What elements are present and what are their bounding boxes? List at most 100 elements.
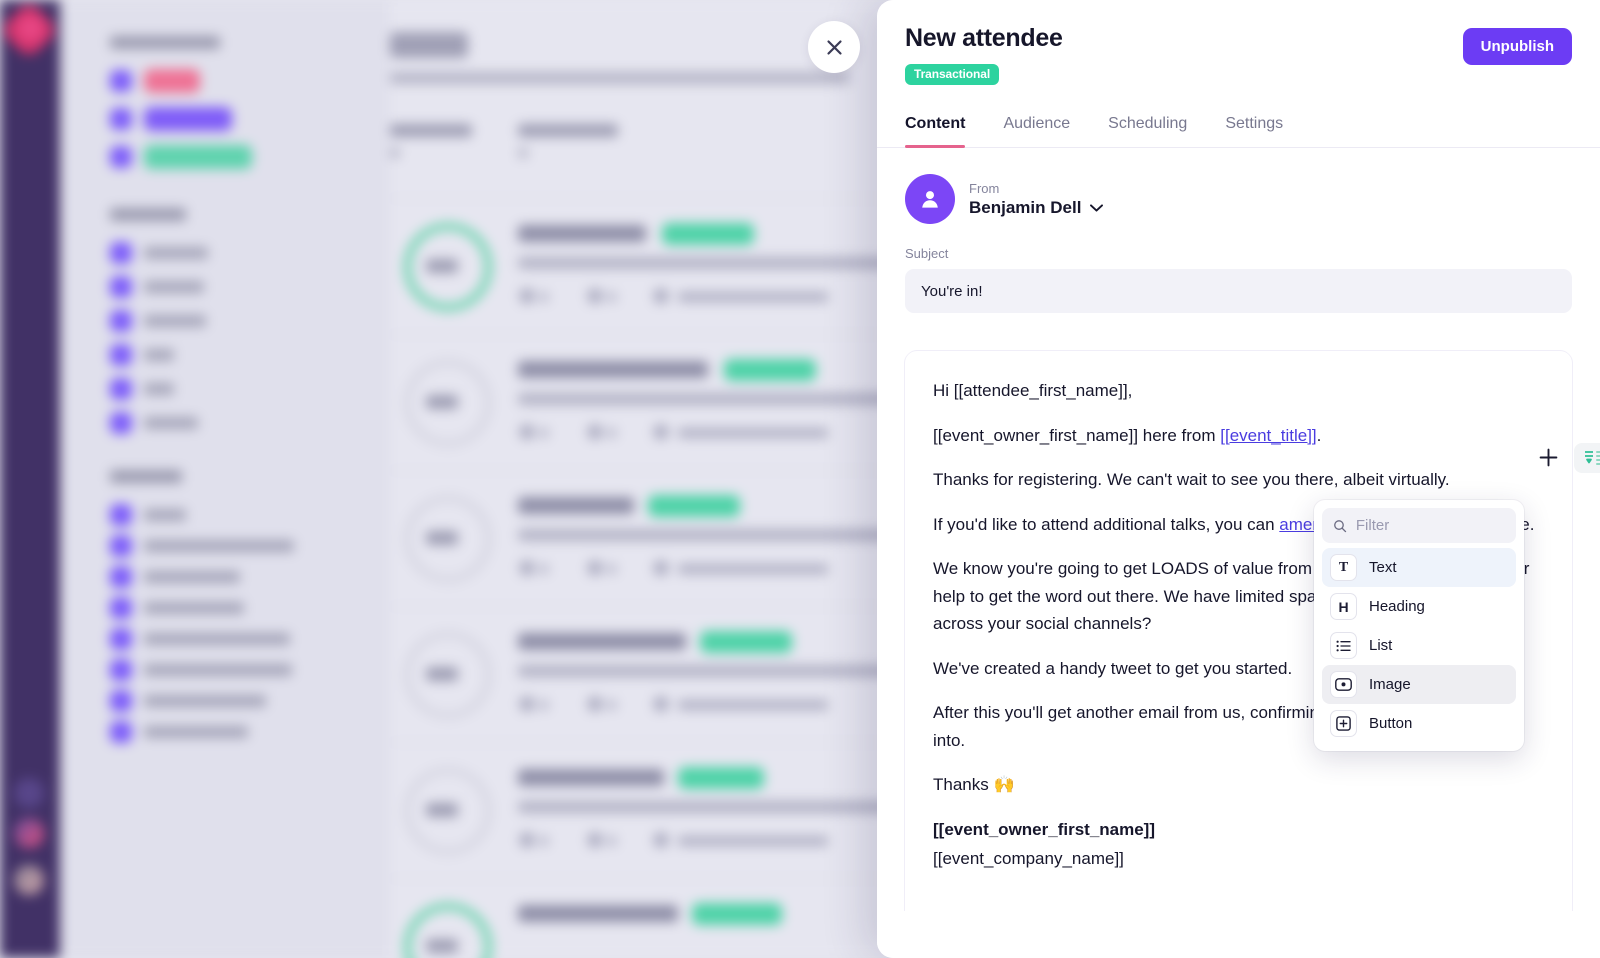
from-label: From [969, 180, 1000, 196]
clicks-count [608, 700, 616, 710]
user-icon [922, 191, 938, 208]
filter-checkbox[interactable] [110, 504, 132, 526]
event-title-link[interactable]: [[event_title]] [1220, 426, 1316, 445]
background-email-title [518, 361, 708, 378]
background-email-badge [648, 495, 740, 517]
background-email-badge [700, 631, 792, 653]
filter-checkbox[interactable] [110, 378, 132, 400]
filter-label [144, 509, 186, 521]
block-type-menu: T Text H Heading List [1314, 500, 1524, 751]
views-icon [520, 561, 534, 575]
from-selector[interactable]: Benjamin Dell [969, 197, 1104, 218]
filter-checkbox[interactable] [110, 310, 132, 332]
background-stat-value-bounce-rate [390, 148, 400, 158]
body-thanks-end: Thanks 🙌 [933, 775, 1015, 795]
app-logo-icon[interactable] [0, 0, 59, 60]
background-email-badge [724, 359, 816, 381]
filter-checkbox[interactable] [110, 659, 132, 681]
calendar-icon [654, 289, 668, 303]
views-count [540, 292, 548, 302]
filter-checkbox[interactable] [110, 412, 132, 434]
filter-label [144, 571, 240, 583]
add-block-button[interactable] [1538, 447, 1559, 468]
plus-icon [1539, 448, 1558, 467]
filter-checkbox[interactable] [110, 566, 132, 588]
nav-rail-avatar[interactable] [14, 865, 44, 895]
chevron-down-icon [1090, 203, 1104, 212]
unpublish-button[interactable]: Unpublish [1462, 28, 1572, 65]
status-badge: Transactional [905, 64, 1000, 85]
clicks-count [608, 428, 616, 438]
calendar-icon [654, 697, 668, 711]
nav-rail-icon-2[interactable] [14, 818, 44, 848]
block-menu-filter-input[interactable] [1355, 517, 1505, 534]
filter-checkbox[interactable] [110, 628, 132, 650]
filter-label [144, 417, 198, 429]
views-icon [520, 833, 534, 847]
filter-label [144, 726, 248, 738]
filter-checkbox[interactable] [110, 276, 132, 298]
block-menu-item-heading[interactable]: H Heading [1322, 587, 1516, 626]
block-menu-item-label: Heading [1369, 598, 1425, 615]
filter-pill-broadcast[interactable] [144, 107, 232, 131]
calendar-icon [654, 833, 668, 847]
heading-icon: H [1330, 593, 1357, 620]
filter-checkbox[interactable] [110, 721, 132, 743]
filter-pill-email[interactable] [144, 69, 200, 93]
filter-checkbox[interactable] [110, 70, 132, 92]
sent-date [678, 564, 828, 574]
block-menu-item-label: Image [1369, 676, 1411, 693]
form-block-indicator[interactable] [1574, 443, 1600, 473]
tab-settings[interactable]: Settings [1225, 109, 1283, 147]
filters-sidebar [60, 0, 390, 958]
body-intro-suffix: . [1316, 425, 1322, 445]
tab-audience[interactable]: Audience [1003, 109, 1070, 147]
block-menu-item-image[interactable]: Image [1322, 665, 1516, 704]
filter-label [144, 349, 174, 361]
background-email-badge [662, 223, 754, 245]
sent-date [678, 700, 828, 710]
block-menu-item-text[interactable]: T Text [1322, 548, 1516, 587]
filter-checkbox[interactable] [110, 690, 132, 712]
from-row: From Benjamin Dell [877, 148, 1600, 224]
block-menu-item-label: Text [1369, 559, 1397, 576]
sent-date [678, 292, 828, 302]
progress-ring-value [426, 939, 458, 953]
filter-pill-transactional[interactable] [144, 145, 252, 169]
filter-checkbox[interactable] [110, 535, 132, 557]
background-email-title [518, 769, 664, 786]
block-menu-item-label: Button [1369, 715, 1413, 732]
body-intro-prefix: [[event_owner_first_name]] here from [933, 425, 1221, 445]
tab-scheduling[interactable]: Scheduling [1108, 109, 1187, 147]
nav-rail-icon-1[interactable] [14, 778, 44, 808]
filter-checkbox[interactable] [110, 146, 132, 168]
progress-ring-value [426, 395, 458, 409]
sent-date [678, 836, 828, 846]
views-count [540, 564, 548, 574]
background-email-badge [692, 903, 782, 925]
views-count [540, 836, 548, 846]
from-value-text: Benjamin Dell [969, 197, 1082, 217]
filter-group-title-audience [110, 208, 186, 221]
block-menu-item-list[interactable]: List [1322, 626, 1516, 665]
background-stat-label-complaint-rate [518, 124, 618, 137]
filter-checkbox[interactable] [110, 597, 132, 619]
block-menu-search[interactable] [1322, 508, 1516, 543]
app-screenshot: New attendee Transactional Unpublish Con… [0, 0, 1600, 958]
subject-input[interactable] [905, 269, 1572, 313]
button-icon [1330, 710, 1357, 737]
left-nav-rail[interactable] [0, 0, 60, 958]
tab-content[interactable]: Content [905, 109, 966, 148]
block-menu-item-button[interactable]: Button [1322, 704, 1516, 743]
filter-checkbox[interactable] [110, 242, 132, 264]
text-icon: T [1330, 554, 1357, 581]
background-email-title [518, 225, 646, 242]
progress-ring-value [426, 803, 458, 817]
background-stat-label-bounce-rate [390, 124, 472, 137]
filter-checkbox[interactable] [110, 108, 132, 130]
filter-label [144, 315, 206, 327]
filter-checkbox[interactable] [110, 344, 132, 366]
close-panel-button[interactable] [808, 21, 860, 73]
body-intro: [[event_owner_first_name]] here from [[e… [933, 422, 1544, 450]
filter-group-title-category [110, 470, 182, 483]
